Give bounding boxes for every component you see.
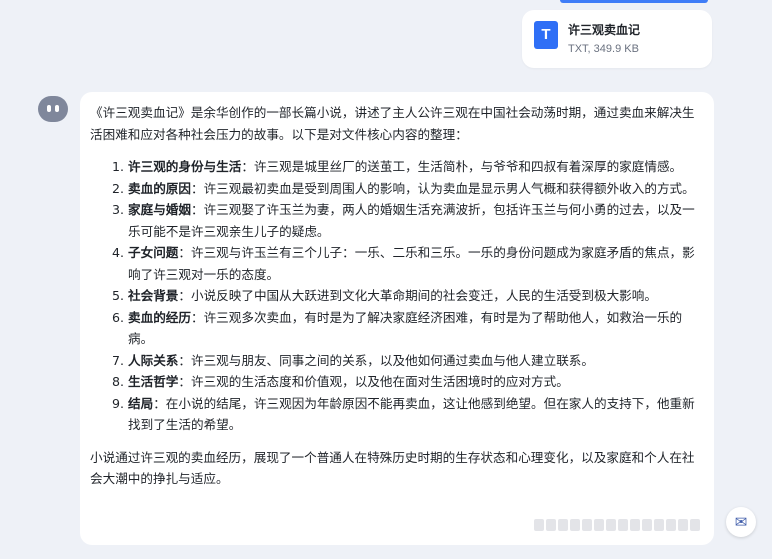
list-item: 结局：在小说的结尾，许三观因为年龄原因不能再卖血，这让他感到绝望。但在家人的支持… (128, 393, 702, 436)
message-intro: 《许三观卖血记》是余华创作的一部长篇小说，讲述了主人公许三观在中国社会动荡时期，… (90, 105, 695, 142)
list-item: 卖血的经历：许三观多次卖血，有时是为了解决家庭经济困难，有时是为了帮助他人，如救… (128, 307, 702, 350)
avatar-left-eye (47, 105, 51, 112)
item-term: 生活哲学 (128, 374, 179, 389)
mail-icon[interactable]: ✉ (726, 507, 756, 537)
file-attachment-card[interactable]: T 许三观卖血记 TXT, 349.9 KB (522, 10, 712, 68)
list-item: 子女问题：许三观与许玉兰有三个儿子：一乐、二乐和三乐。一乐的身份问题成为家庭矛盾… (128, 242, 702, 285)
blurred-watermark (534, 516, 722, 534)
item-text: ：许三观与朋友、同事之间的关系，以及他如何通过卖血与他人建立联系。 (178, 352, 594, 368)
item-term: 人际关系 (128, 352, 179, 368)
txt-file-icon: T (534, 21, 558, 49)
item-term: 家庭与婚姻 (128, 202, 191, 217)
assistant-message-bubble: 《许三观卖血记》是余华创作的一部长篇小说，讲述了主人公许三观在中国社会动荡时期，… (80, 92, 714, 545)
list-item: 人际关系：许三观与朋友、同事之间的关系，以及他如何通过卖血与他人建立联系。 (128, 350, 702, 372)
list-item: 许三观的身份与生活：许三观是城里丝厂的送茧工，生活简朴，与爷爷和四叔有着深厚的家… (128, 156, 702, 178)
item-term: 卖血的原因 (128, 180, 191, 196)
avatar-right-eye (55, 105, 59, 112)
item-text: ：许三观是城里丝厂的送茧工，生活简朴，与爷爷和四叔有着深厚的家庭情感。 (241, 159, 683, 174)
item-text: ：许三观娶了许玉兰为妻，两人的婚姻生活充满波折，包括许玉兰与何小勇的过去，以及一… (128, 202, 695, 239)
top-accent-bar (560, 0, 708, 3)
file-name: 许三观卖血记 (568, 23, 641, 37)
item-text: ：许三观的生活态度和价值观，以及他在面对生活困境时的应对方式。 (178, 374, 569, 389)
item-term: 卖血的经历 (128, 309, 191, 325)
file-meta: TXT, 349.9 KB (568, 43, 639, 55)
bot-avatar-icon (38, 96, 68, 122)
list-item: 社会背景：小说反映了中国从大跃进到文化大革命期间的社会变迁，人民的生活受到极大影… (128, 285, 702, 307)
item-text: ：许三观多次卖血，有时是为了解决家庭经济困难，有时是为了帮助他人，如救治一乐的病… (128, 309, 683, 347)
item-text: ：小说反映了中国从大跃进到文化大革命期间的社会变迁，人民的生活受到极大影响。 (178, 288, 657, 303)
item-text: ：在小说的结尾，许三观因为年龄原因不能再卖血，这让他感到绝望。但在家人的支持下，… (128, 395, 695, 433)
item-term: 结局 (128, 395, 154, 411)
list-item: 生活哲学：许三观的生活态度和价值观，以及他在面对生活困境时的应对方式。 (128, 371, 702, 393)
item-term: 许三观的身份与生活 (128, 159, 242, 174)
item-text: ：许三观与许玉兰有三个儿子：一乐、二乐和三乐。一乐的身份问题成为家庭矛盾的焦点，… (128, 245, 695, 282)
list-item: 卖血的原因：许三观最初卖血是受到周围人的影响，认为卖血是显示男人气概和获得额外收… (128, 178, 702, 200)
message-conclusion: 小说通过许三观的卖血经历，展现了一个普通人在特殊历史时期的生存状态和心理变化，以… (90, 449, 695, 487)
summary-list: 许三观的身份与生活：许三观是城里丝厂的送茧工，生活简朴，与爷爷和四叔有着深厚的家… (90, 156, 702, 436)
list-item: 家庭与婚姻：许三观娶了许玉兰为妻，两人的婚姻生活充满波折，包括许玉兰与何小勇的过… (128, 199, 702, 242)
item-term: 子女问题 (128, 245, 179, 260)
item-text: ：许三观最初卖血是受到周围人的影响，认为卖血是显示男人气概和获得额外收入的方式。 (190, 180, 695, 196)
item-term: 社会背景 (128, 288, 179, 303)
